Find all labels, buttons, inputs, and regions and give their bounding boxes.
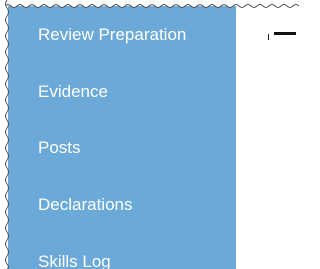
sidebar-item-review-preparation[interactable]: Review Preparation: [38, 23, 186, 47]
torn-edge-left: [0, 0, 9, 269]
sidebar-item-evidence[interactable]: Evidence: [38, 80, 108, 104]
minus-icon[interactable]: [274, 32, 296, 35]
torn-edge-top: [0, 0, 299, 8]
sidebar-item-posts[interactable]: Posts: [38, 136, 81, 160]
sidebar-item-skills-log[interactable]: Skills Log: [38, 250, 111, 269]
sidebar-item-declarations[interactable]: Declarations: [38, 193, 133, 217]
cursor-mark: [268, 34, 269, 40]
main-content: [236, 0, 299, 269]
screenshot-frame: Review Preparation Evidence Posts Declar…: [0, 0, 299, 269]
sidebar-nav: Review Preparation Evidence Posts Declar…: [8, 6, 236, 269]
